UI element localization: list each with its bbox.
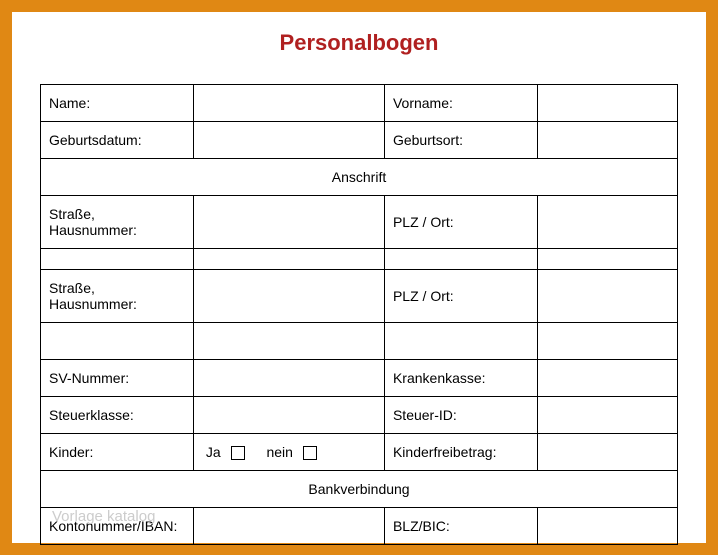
label-kinder: Kinder: — [41, 434, 194, 471]
field-blzbic[interactable] — [537, 508, 677, 545]
field-empty-f[interactable] — [193, 323, 384, 360]
page-title: Personalbogen — [40, 30, 678, 56]
field-plzort-1[interactable] — [537, 196, 677, 249]
checkbox-nein[interactable] — [303, 446, 317, 460]
checkbox-ja[interactable] — [231, 446, 245, 460]
label-steuerid: Steuer-ID: — [384, 397, 537, 434]
label-kinderfreibetrag: Kinderfreibetrag: — [384, 434, 537, 471]
field-plzort-2[interactable] — [537, 270, 677, 323]
label-steuerklasse: Steuerklasse: — [41, 397, 194, 434]
field-empty-a[interactable] — [41, 249, 194, 270]
field-empty-h[interactable] — [537, 323, 677, 360]
label-geburtsort: Geburtsort: — [384, 122, 537, 159]
field-empty-g[interactable] — [384, 323, 537, 360]
label-blzbic: BLZ/BIC: — [384, 508, 537, 545]
field-steuerklasse[interactable] — [193, 397, 384, 434]
label-plzort-1: PLZ / Ort: — [384, 196, 537, 249]
label-plzort-2: PLZ / Ort: — [384, 270, 537, 323]
field-empty-e[interactable] — [41, 323, 194, 360]
label-strasse-2: Straße, Hausnummer: — [41, 270, 194, 323]
label-name: Name: — [41, 85, 194, 122]
field-steuerid[interactable] — [537, 397, 677, 434]
section-anschrift: Anschrift — [41, 159, 678, 196]
field-kontonummer[interactable] — [193, 508, 384, 545]
field-empty-c[interactable] — [384, 249, 537, 270]
label-strasse-1: Straße, Hausnummer: — [41, 196, 194, 249]
field-strasse-1[interactable] — [193, 196, 384, 249]
label-ja: Ja — [206, 444, 221, 460]
label-krankenkasse: Krankenkasse: — [384, 360, 537, 397]
label-vorname: Vorname: — [384, 85, 537, 122]
section-bankverbindung: Bankverbindung — [41, 471, 678, 508]
label-kontonummer: Kontonummer/IBAN: — [41, 508, 194, 545]
field-empty-b[interactable] — [193, 249, 384, 270]
label-nein: nein — [266, 444, 292, 460]
field-geburtsort[interactable] — [537, 122, 677, 159]
field-kinderfreibetrag[interactable] — [537, 434, 677, 471]
field-krankenkasse[interactable] — [537, 360, 677, 397]
field-kinder-options: Ja nein — [193, 434, 384, 471]
personnel-form-table: Name: Vorname: Geburtsdatum: Geburtsort:… — [40, 84, 678, 545]
label-svnummer: SV-Nummer: — [41, 360, 194, 397]
label-geburtsdatum: Geburtsdatum: — [41, 122, 194, 159]
field-svnummer[interactable] — [193, 360, 384, 397]
field-name[interactable] — [193, 85, 384, 122]
field-strasse-2[interactable] — [193, 270, 384, 323]
field-vorname[interactable] — [537, 85, 677, 122]
form-container: Personalbogen Name: Vorname: Geburtsdatu… — [0, 0, 718, 555]
field-geburtsdatum[interactable] — [193, 122, 384, 159]
field-empty-d[interactable] — [537, 249, 677, 270]
